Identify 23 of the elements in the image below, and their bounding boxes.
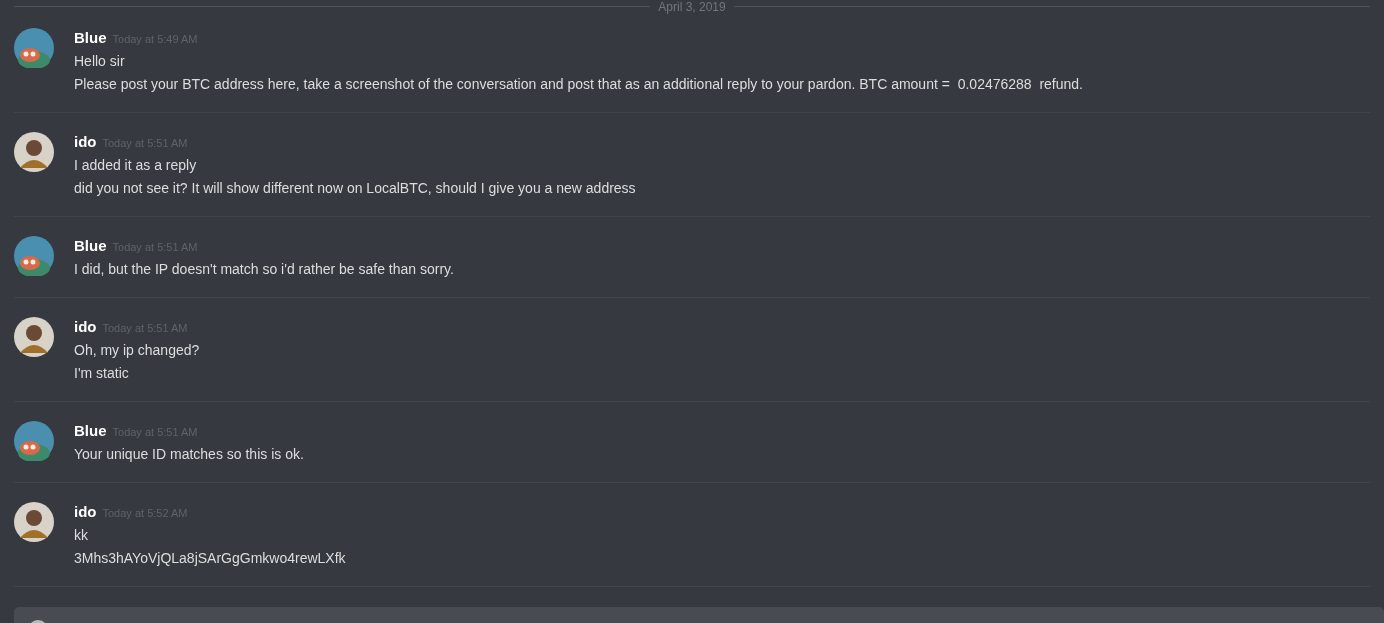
- avatar-icon: [14, 421, 54, 461]
- date-divider: April 3, 2019: [657, 0, 727, 14]
- author-name[interactable]: ido: [74, 131, 97, 154]
- message-text: Hello sir: [74, 52, 126, 71]
- avatar-icon: [14, 28, 54, 68]
- avatar-icon: [14, 132, 54, 172]
- message-text: Oh, my ip changed?: [74, 341, 200, 360]
- message-text: 3Mhs3hAYoVjQLa8jSArGgGmkwo4rewLXfk: [74, 549, 346, 568]
- avatar-icon: [14, 502, 54, 542]
- message-text: I did, but the IP doesn't match so i'd rather be safe than sorry.: [74, 260, 454, 279]
- author-name[interactable]: ido: [74, 501, 97, 524]
- message-text: I added it as a reply: [74, 156, 198, 175]
- author-name[interactable]: Blue: [74, 420, 107, 443]
- author-name[interactable]: ido: [74, 316, 97, 339]
- author-name[interactable]: Blue: [74, 27, 107, 50]
- message-text: I'm static: [74, 364, 130, 383]
- avatar-icon: [14, 317, 54, 357]
- message-text: Your unique ID matches so this is ok.: [74, 445, 304, 464]
- author-name[interactable]: Blue: [74, 235, 107, 258]
- message-text: kk: [74, 526, 89, 545]
- message-text: did you not see it? It will show different now on LocalBTC, should I give you a new address: [74, 179, 636, 198]
- message-text: Please post your BTC address here, take a screenshot of the conversation and post that as an additional reply to your pardon. BTC amount = 0.02476288 refund.: [74, 75, 1083, 94]
- avatar-icon: [14, 236, 54, 276]
